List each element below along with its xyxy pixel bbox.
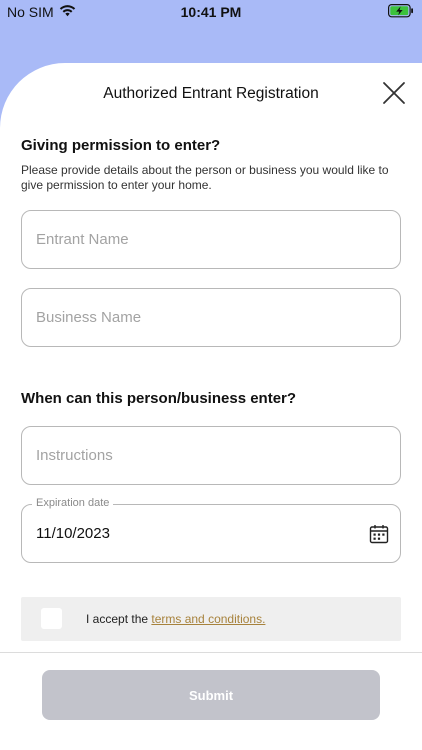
- business-name-field[interactable]: [21, 288, 401, 347]
- close-button[interactable]: [381, 80, 407, 106]
- calendar-button[interactable]: [369, 524, 389, 544]
- terms-prefix: I accept the: [86, 612, 152, 626]
- expiration-date-input[interactable]: [36, 505, 366, 562]
- section-description-permission: Please provide details about the person …: [21, 163, 389, 192]
- section-title-permission: Giving permission to enter?: [21, 137, 221, 154]
- business-name-input[interactable]: [36, 289, 366, 346]
- terms-box: I accept the terms and conditions.: [21, 597, 401, 641]
- entrant-name-field[interactable]: [21, 210, 401, 269]
- calendar-icon: [369, 525, 389, 544]
- battery-charging-icon: [388, 4, 414, 21]
- page-title: Authorized Entrant Registration: [103, 85, 319, 102]
- expiration-date-field[interactable]: Expiration date: [21, 497, 401, 563]
- registration-sheet: Authorized Entrant Registration Giving p…: [0, 63, 422, 750]
- instructions-field[interactable]: [21, 426, 401, 485]
- entrant-name-input[interactable]: [36, 211, 366, 268]
- terms-text: I accept the terms and conditions.: [86, 612, 265, 626]
- terms-link[interactable]: terms and conditions.: [151, 612, 265, 626]
- status-time: 10:41 PM: [180, 4, 242, 20]
- status-bar: No SIM 10:41 PM: [0, 0, 422, 24]
- section-title-when: When can this person/business enter?: [21, 390, 297, 407]
- instructions-input[interactable]: [36, 427, 366, 484]
- submit-button[interactable]: Submit: [42, 670, 380, 720]
- close-icon: [383, 82, 405, 104]
- footer-divider: [0, 652, 422, 653]
- terms-checkbox[interactable]: [41, 608, 62, 629]
